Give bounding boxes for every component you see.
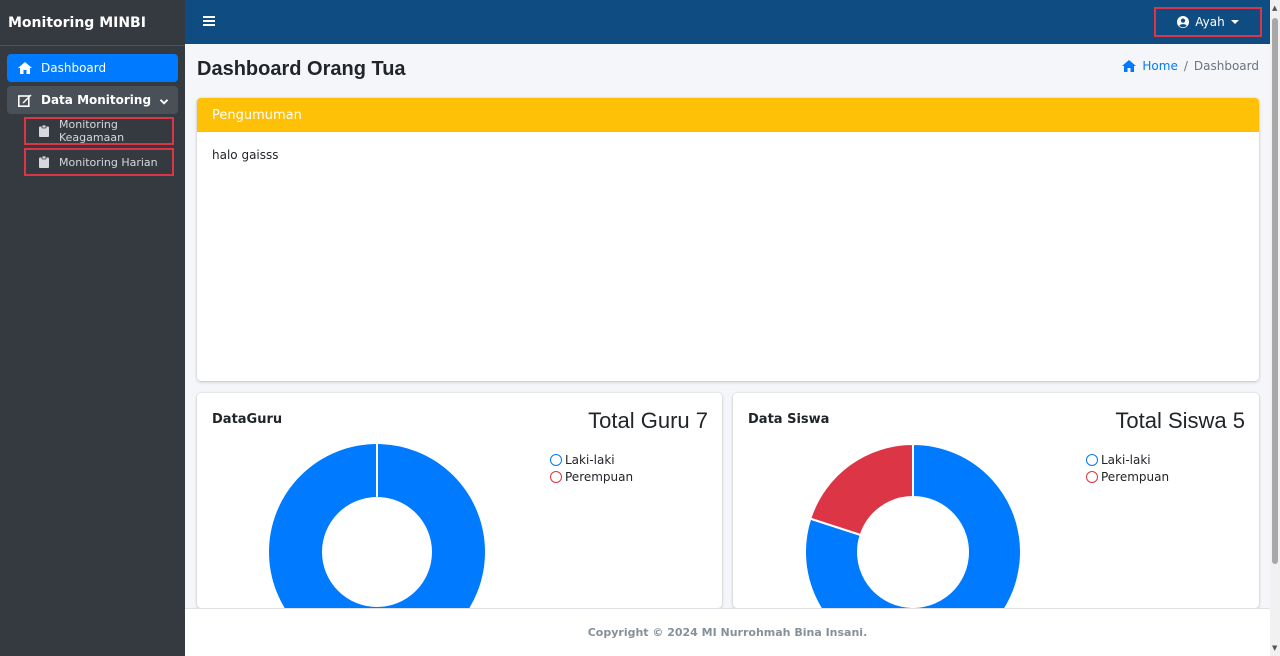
legend-item-laki-laki[interactable]: Laki-laki [550,451,633,468]
home-icon [17,61,33,75]
breadcrumb-home-link[interactable]: Home [1122,59,1178,73]
legend-dot [550,453,562,466]
chart-legend: Laki-laki Perempuan [1086,451,1169,485]
sidebar: Monitoring MINBI Dashboard Data Monitori… [0,0,185,656]
guru-chart-card: DataGuru Total Guru 7 Laki-laki Perempua… [197,393,722,608]
edit-icon [17,93,33,107]
caret-down-icon [1230,20,1239,24]
card-title: DataGuru [212,412,283,427]
content-area: Dashboard Orang Tua Home / Dashboard Pen… [185,44,1270,608]
sidebar-subitem-monitoring-harian[interactable]: Monitoring Harian [24,148,174,176]
page-title: Dashboard Orang Tua [197,58,406,80]
legend-label: Laki-laki [565,452,615,467]
donut-slice-perempuan[interactable] [809,442,914,537]
chart-legend: Laki-laki Perempuan [550,451,633,485]
clipboard-icon [39,124,49,137]
announcement-title: Pengumuman [197,98,1259,132]
brand-title[interactable]: Monitoring MINBI [0,0,185,46]
breadcrumb-home-label: Home [1142,59,1178,73]
breadcrumb: Home / Dashboard [1122,59,1259,73]
total-guru: Total Guru 7 [588,408,708,433]
subitem-label: Monitoring Keagamaan [59,118,125,144]
scrollbar-thumb[interactable] [1272,18,1278,564]
user-menu-button[interactable]: Ayah [1154,7,1262,37]
scroll-down-arrow-icon[interactable]: ▼ [1272,644,1277,652]
legend-item-laki-laki[interactable]: Laki-laki [1086,451,1169,468]
siswa-chart-card: Data Siswa Total Siswa 5 Laki-laki Perem… [733,393,1259,608]
page-scrollbar[interactable]: ▲ ▼ [1270,0,1280,656]
legend-dot [1086,453,1098,466]
legend-dot [1086,470,1098,483]
total-siswa: Total Siswa 5 [1115,408,1245,433]
legend-item-perempuan[interactable]: Perempuan [550,468,633,485]
sidebar-item-dashboard[interactable]: Dashboard [7,54,178,82]
sidebar-item-data-monitoring[interactable]: Data Monitoring [7,86,178,114]
announcement-card: Pengumuman halo gaisss [197,98,1259,381]
legend-label: Laki-laki [1101,452,1151,467]
footer-copyright: Copyright © 2024 MI Nurrohmah Bina Insan… [587,626,868,639]
chevron-down-icon [159,94,169,108]
sidebar-item-label: Data Monitoring [41,93,152,107]
top-navbar: Ayah [185,0,1270,44]
legend-label: Perempuan [1101,469,1170,484]
user-circle-icon [1177,16,1190,28]
footer: Copyright © 2024 MI Nurrohmah Bina Insan… [185,608,1270,656]
guru-donut-chart [269,444,485,608]
card-title: Data Siswa [748,412,830,427]
home-icon [1122,60,1137,72]
sidebar-subitem-monitoring-keagamaan[interactable]: Monitoring Keagamaan [24,117,174,145]
announcement-text: halo gaisss [212,148,279,162]
sidebar-item-label: Dashboard [41,61,107,75]
subitem-label: Monitoring Harian [59,155,158,169]
user-name: Ayah [1195,15,1225,29]
hamburger-icon[interactable] [203,16,215,26]
legend-dot [550,470,562,483]
scroll-up-arrow-icon[interactable]: ▲ [1272,4,1277,12]
legend-label: Perempuan [565,469,634,484]
sidebar-nav: Dashboard Data Monitoring Monitoring Kea… [0,46,185,183]
breadcrumb-current: Dashboard [1193,59,1259,73]
siswa-donut-chart [804,442,1022,608]
legend-item-perempuan[interactable]: Perempuan [1086,468,1169,485]
breadcrumb-separator: / [1183,59,1188,73]
clipboard-icon [39,155,49,168]
